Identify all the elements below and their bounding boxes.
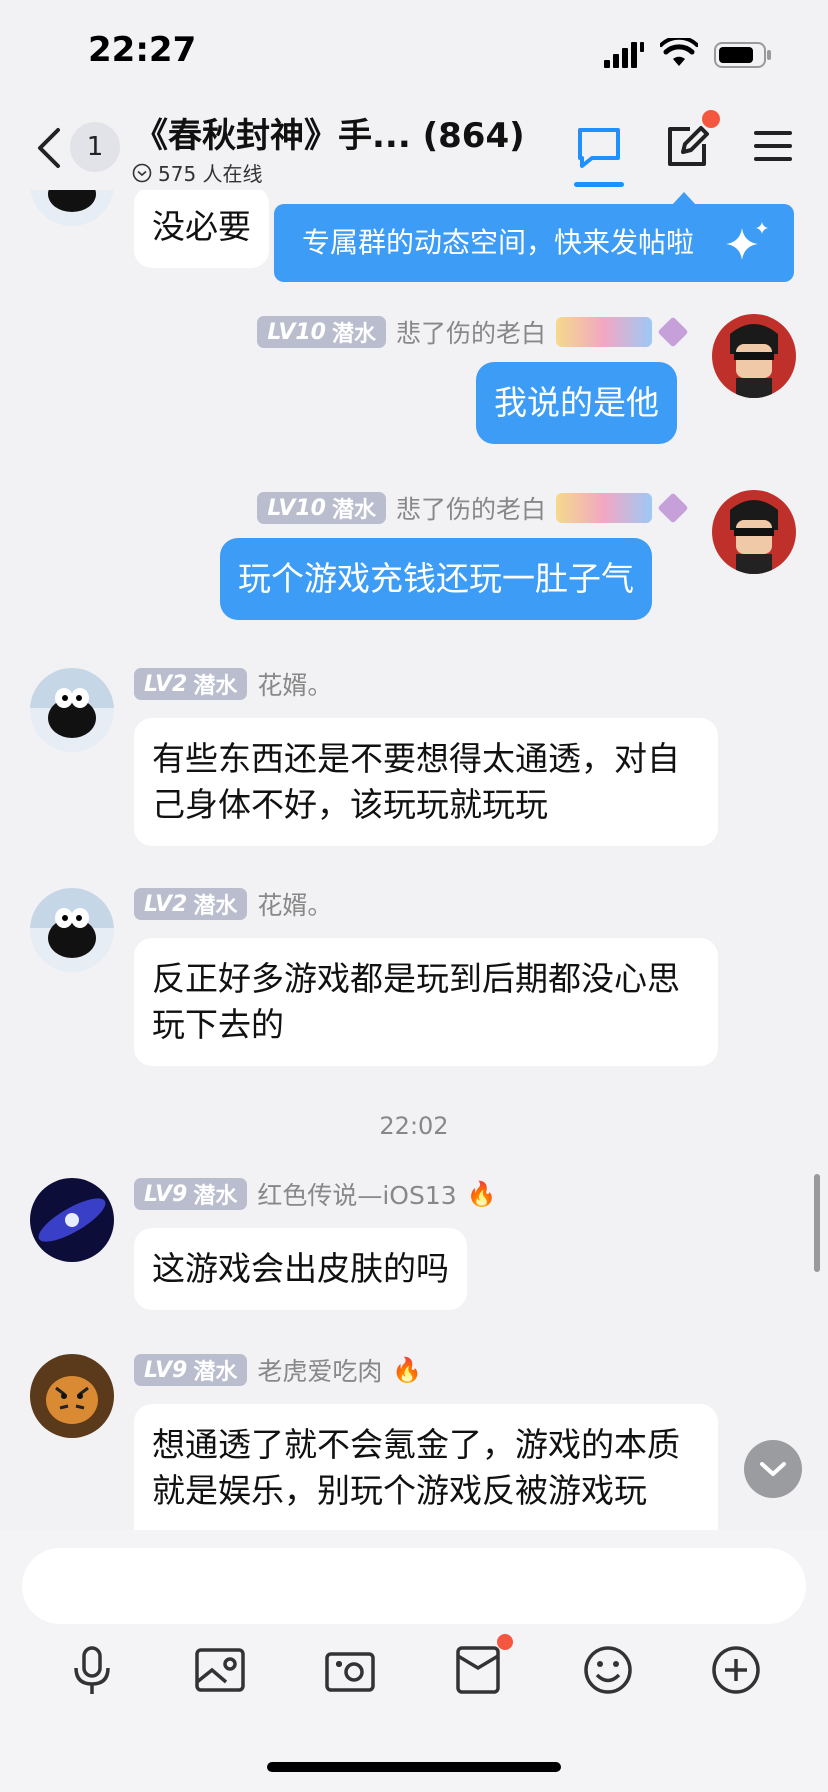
sparkle-icon (726, 222, 768, 260)
message-bubble[interactable]: 玩个游戏充钱还玩一肚子气 (220, 538, 652, 620)
message-bubble[interactable]: 想通透了就不会氪金了，游戏的本质就是娱乐，别玩个游戏反被游戏玩 (134, 1404, 718, 1530)
red-packet-icon[interactable] (450, 1642, 506, 1698)
back-icon[interactable] (34, 126, 64, 170)
sender-meta: LV2 潜水 花婿。 (134, 886, 332, 922)
avatar[interactable] (712, 490, 796, 574)
sender-meta: LV2 潜水 花婿。 (134, 666, 332, 702)
sender-name[interactable]: 花婿。 (257, 666, 332, 702)
level-badge: LV9 潜水 (134, 1178, 248, 1210)
avatar[interactable] (30, 1354, 114, 1438)
message-bubble[interactable]: 反正好多游戏都是玩到后期都没心思玩下去的 (134, 938, 718, 1066)
microphone-icon[interactable] (64, 1642, 120, 1698)
notification-dot (702, 110, 720, 128)
message-bubble[interactable]: 这游戏会出皮肤的吗 (134, 1228, 467, 1310)
sender-name[interactable]: 悲了伤的老白 (396, 490, 546, 526)
level-badge: LV10 潜水 (257, 316, 386, 348)
camera-icon[interactable] (322, 1642, 378, 1698)
plus-icon[interactable] (708, 1642, 764, 1698)
unread-count-badge[interactable]: 1 (70, 122, 120, 172)
sender-meta: LV10 潜水 悲了伤的老白 (257, 490, 689, 526)
group-title[interactable]: 《春秋封神》手... (864) (134, 108, 525, 157)
status-bar: 22:27 (0, 0, 828, 100)
wifi-icon (660, 38, 698, 66)
avatar[interactable] (30, 1178, 114, 1262)
signal-icon (604, 42, 644, 68)
notification-dot (497, 1634, 513, 1650)
active-tab-underline (574, 182, 624, 187)
sender-meta: LV10 潜水 悲了伤的老白 (257, 314, 689, 350)
menu-icon[interactable] (752, 128, 794, 164)
timestamp: 22:02 (379, 1112, 449, 1140)
fire-icon: 🔥 (392, 1356, 423, 1384)
gem-icon (657, 492, 689, 524)
battery-icon (714, 42, 771, 68)
level-badge: LV2 潜水 (134, 668, 248, 700)
home-indicator[interactable] (267, 1762, 561, 1772)
post-tooltip[interactable]: 专属群的动态空间，快来发帖啦 (274, 204, 794, 282)
scrollbar[interactable] (814, 1174, 820, 1272)
fire-icon: 🔥 (466, 1180, 497, 1208)
avatar[interactable] (712, 314, 796, 398)
sender-name[interactable]: 悲了伤的老白 (396, 314, 546, 350)
honor-badge-icon (556, 317, 652, 347)
message-bubble[interactable]: 没必要 (134, 190, 269, 268)
online-count[interactable]: 575 人在线 (132, 158, 263, 187)
level-badge: LV2 潜水 (134, 888, 248, 920)
level-badge: LV10 潜水 (257, 492, 386, 524)
avatar[interactable] (30, 668, 114, 752)
avatar[interactable] (30, 190, 114, 226)
online-count-label: 575 人在线 (158, 162, 263, 186)
honor-badge-icon (556, 493, 652, 523)
sender-name[interactable]: 老虎爱吃肉 (257, 1352, 382, 1388)
status-time: 22:27 (88, 30, 197, 70)
chat-message-list[interactable]: 没必要 LV10潜水 悲了伤的老白 我说的是他 LV10潜水 悲了伤的老白 (0, 190, 828, 1530)
sender-name[interactable]: 红色传说—iOS13 (257, 1176, 456, 1212)
photo-icon[interactable] (192, 1642, 248, 1698)
chat-icon[interactable] (574, 124, 624, 172)
sender-meta: LV9 潜水 红色传说—iOS13 🔥 (134, 1176, 497, 1212)
gem-icon (657, 316, 689, 348)
emoji-icon[interactable] (580, 1642, 636, 1698)
message-bubble[interactable]: 有些东西还是不要想得太通透，对自己身体不好，该玩玩就玩玩 (134, 718, 718, 846)
message-input[interactable] (22, 1548, 806, 1624)
avatar[interactable] (30, 888, 114, 972)
sender-meta: LV9 潜水 老虎爱吃肉 🔥 (134, 1352, 422, 1388)
edit-icon[interactable] (664, 124, 710, 170)
chevron-down-circle-icon (132, 163, 152, 182)
tooltip-text: 专属群的动态空间，快来发帖啦 (302, 226, 695, 259)
input-area (0, 1530, 828, 1792)
sender-name[interactable]: 花婿。 (257, 886, 332, 922)
chevron-down-icon (760, 1462, 786, 1476)
level-badge: LV9 潜水 (134, 1354, 248, 1386)
message-bubble[interactable]: 我说的是他 (476, 362, 677, 444)
scroll-to-bottom-button[interactable] (744, 1440, 802, 1498)
